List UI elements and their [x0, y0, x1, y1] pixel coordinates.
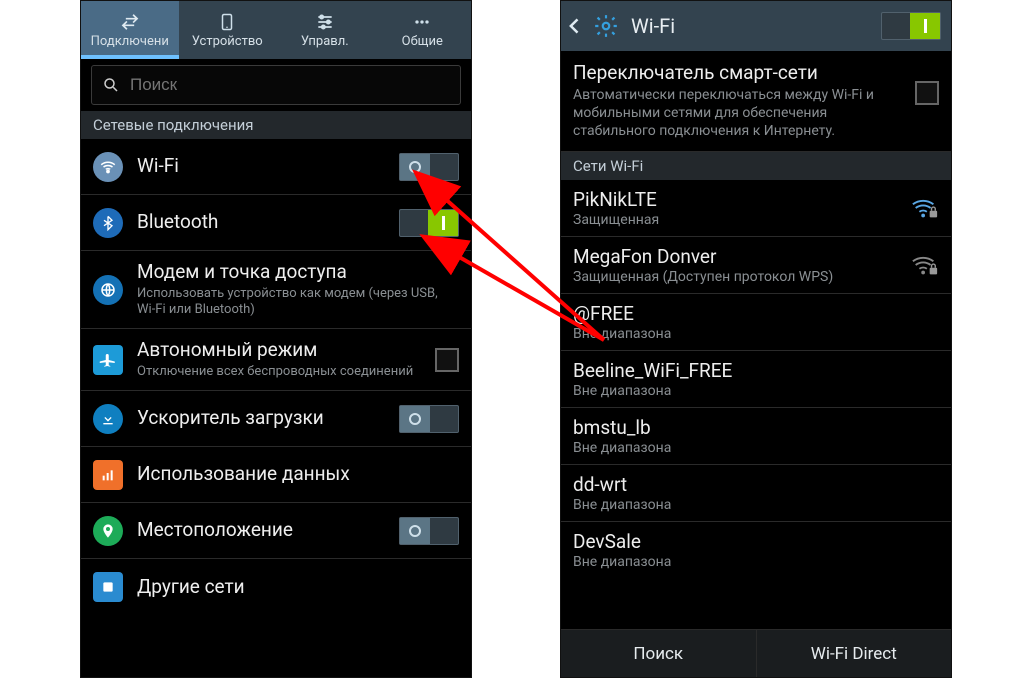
wifi-screen: Wi-Fi Переключатель смарт-сети Автоматич… [560, 0, 952, 678]
chart-icon [93, 460, 123, 490]
bluetooth-toggle[interactable] [399, 209, 459, 237]
row-title: Использование данных [137, 463, 459, 486]
location-icon [93, 516, 123, 546]
globe-icon [93, 275, 123, 305]
network-name: Beeline_WiFi_FREE [573, 359, 939, 382]
network-ddwrt[interactable]: dd-wrt Вне диапазона [561, 465, 951, 522]
scan-button[interactable]: Поиск [561, 630, 757, 677]
download-icon [93, 404, 123, 434]
wifi-master-toggle[interactable] [881, 12, 941, 40]
wifi-toggle[interactable] [399, 153, 459, 181]
network-megafon[interactable]: MegaFon Donver Защищенная (Доступен прот… [561, 237, 951, 294]
swap-icon [120, 12, 140, 32]
row-data-usage[interactable]: Использование данных [81, 447, 471, 503]
back-button[interactable] [565, 16, 585, 36]
tab-label: Устройство [192, 34, 263, 49]
row-location[interactable]: Местоположение [81, 503, 471, 559]
section-network-connections: Сетевые подключения [81, 111, 471, 139]
network-beeline[interactable]: Beeline_WiFi_FREE Вне диапазона [561, 351, 951, 408]
bluetooth-icon [93, 208, 123, 238]
network-name: dd-wrt [573, 473, 939, 496]
gear-icon [591, 11, 621, 41]
wifi-signal-lock-icon [911, 196, 939, 220]
tab-device[interactable]: Устройство [179, 1, 277, 59]
network-name: MegaFon Donver [573, 245, 901, 268]
search-input[interactable] [130, 75, 450, 95]
network-status: Вне диапазона [573, 440, 939, 456]
row-airplane[interactable]: Автономный режим Отключение всех беспров… [81, 329, 471, 391]
network-free[interactable]: @FREE Вне диапазона [561, 294, 951, 351]
network-bmstu[interactable]: bmstu_lb Вне диапазона [561, 408, 951, 465]
bottom-bar: Поиск Wi-Fi Direct [561, 629, 951, 677]
row-title: Местоположение [137, 519, 385, 542]
location-toggle[interactable] [399, 517, 459, 545]
search-row [81, 59, 471, 111]
network-status: Защищенная [573, 212, 901, 228]
section-wifi-networks: Сети Wi-Fi [561, 152, 951, 180]
row-wifi[interactable]: Wi-Fi [81, 139, 471, 195]
plane-icon [93, 345, 123, 375]
screen-title: Wi-Fi [631, 14, 875, 38]
tab-general[interactable]: Общие [374, 1, 472, 59]
row-title: Модем и точка доступа [137, 261, 459, 284]
sliders-icon [315, 12, 335, 32]
row-subtitle: Использовать устройство как модем (через… [137, 286, 459, 319]
tab-controls[interactable]: Управл. [276, 1, 374, 59]
row-tethering[interactable]: Модем и точка доступа Использовать устро… [81, 251, 471, 329]
network-name: @FREE [573, 302, 939, 325]
network-status: Защищенная (Доступен протокол WPS) [573, 269, 901, 285]
row-other-networks[interactable]: Другие сети [81, 559, 471, 615]
network-status: Вне диапазона [573, 383, 939, 399]
airplane-checkbox[interactable] [435, 348, 459, 372]
network-name: bmstu_lb [573, 416, 939, 439]
row-title: Bluetooth [137, 211, 385, 234]
wifi-signal-lock-icon [911, 253, 939, 277]
network-status: Вне диапазона [573, 554, 939, 570]
smart-switch-title: Переключатель смарт-сети [573, 61, 905, 84]
row-title: Другие сети [137, 576, 459, 599]
wifi-icon [93, 152, 123, 182]
tab-label: Подключени [91, 34, 169, 49]
row-title: Ускоритель загрузки [137, 407, 385, 430]
wifi-direct-button[interactable]: Wi-Fi Direct [757, 630, 952, 677]
row-title: Wi-Fi [137, 155, 385, 178]
download-booster-toggle[interactable] [399, 405, 459, 433]
network-pikniklte[interactable]: PikNikLTE Защищенная [561, 180, 951, 237]
smart-network-switch[interactable]: Переключатель смарт-сети Автоматически п… [561, 51, 951, 152]
phone-icon [217, 12, 237, 32]
row-subtitle: Отключение всех беспроводных соединений [137, 364, 421, 380]
settings-screen: Подключени Устройство Управл. Общие [80, 0, 472, 678]
settings-tabs: Подключени Устройство Управл. Общие [81, 1, 471, 59]
smart-switch-desc: Автоматически переключаться между Wi-Fi … [573, 86, 905, 141]
network-status: Вне диапазона [573, 497, 939, 513]
wifi-titlebar: Wi-Fi [561, 1, 951, 51]
tab-label: Управл. [301, 34, 349, 49]
network-name: DevSale [573, 530, 939, 553]
row-title: Автономный режим [137, 339, 421, 362]
more-icon [412, 12, 432, 32]
tab-connections[interactable]: Подключени [81, 1, 179, 59]
row-bluetooth[interactable]: Bluetooth [81, 195, 471, 251]
network-name: PikNikLTE [573, 188, 901, 211]
row-download-booster[interactable]: Ускоритель загрузки [81, 391, 471, 447]
smart-switch-checkbox[interactable] [915, 81, 939, 105]
search-icon [102, 76, 120, 94]
network-devsale[interactable]: DevSale Вне диапазона [561, 522, 951, 578]
network-status: Вне диапазона [573, 326, 939, 342]
search-box[interactable] [91, 65, 461, 105]
generic-icon [93, 572, 123, 602]
tab-label: Общие [402, 34, 443, 49]
